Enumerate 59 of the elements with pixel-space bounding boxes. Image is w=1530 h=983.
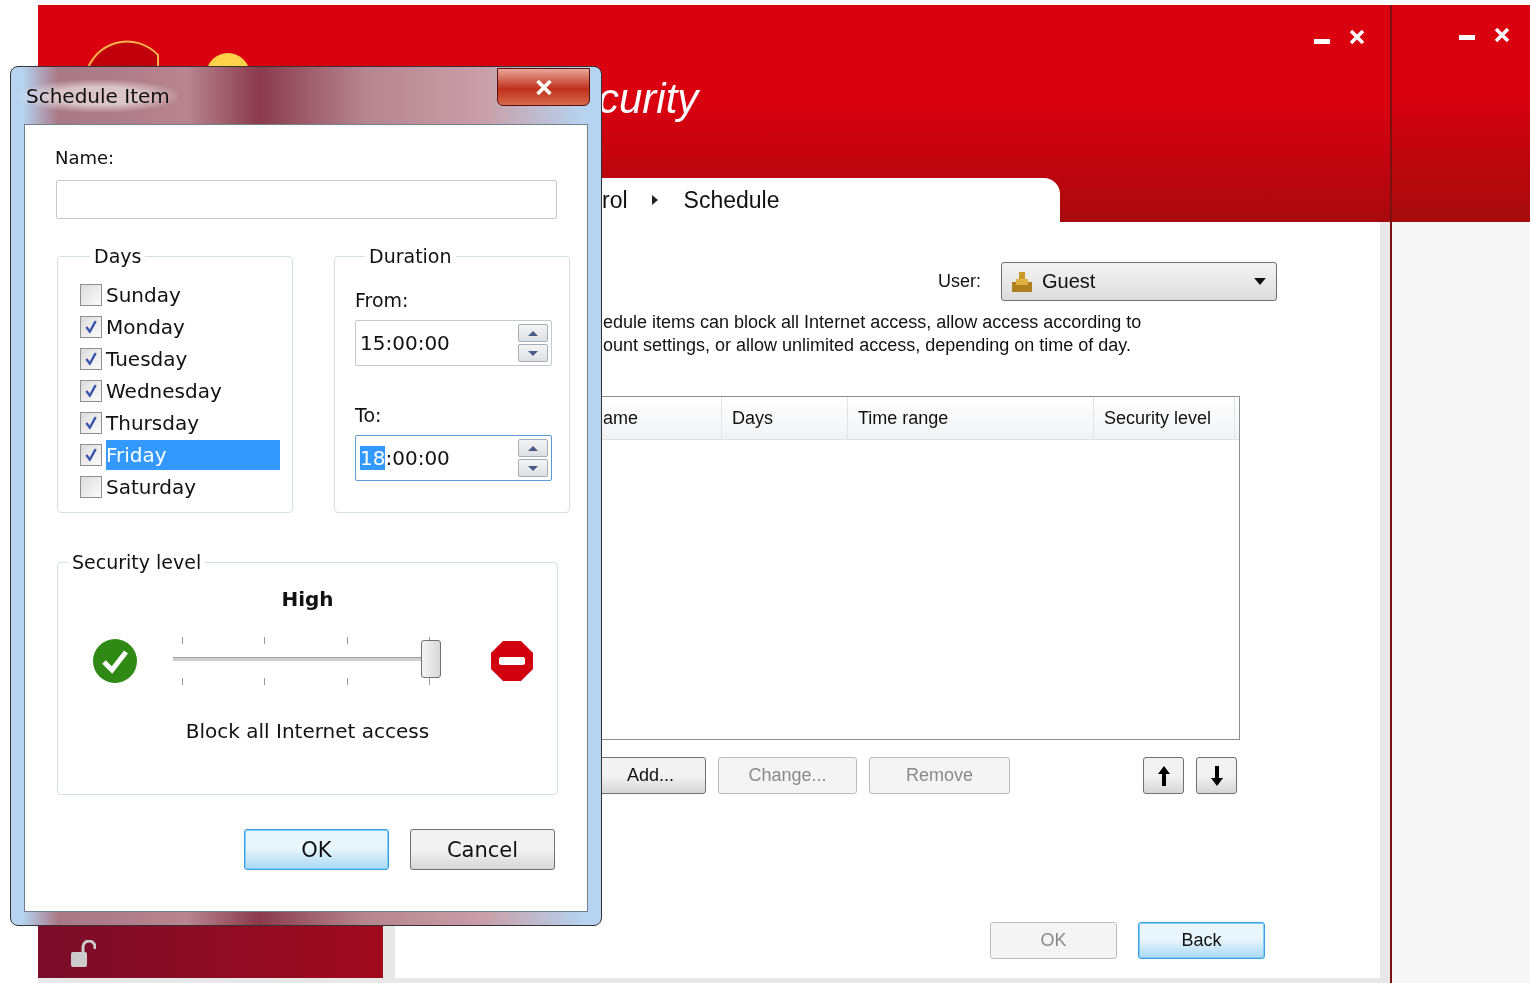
close-button[interactable] (497, 68, 590, 106)
breadcrumb-link[interactable]: Schedule (683, 186, 780, 214)
stop-icon (490, 640, 534, 682)
description-text: edule items can block all Internet access, allow access according to ount settings, or allow unlimited access, depending on time of day. (603, 311, 1143, 357)
checkbox[interactable] (80, 412, 102, 434)
checkbox[interactable] (80, 380, 102, 402)
group-title: Days (93, 245, 143, 267)
dialog-button[interactable]: Cancel (410, 829, 555, 870)
spinner-icon[interactable] (518, 324, 548, 362)
arrow-down-icon (1209, 764, 1224, 787)
day-label[interactable]: Thursday (106, 408, 209, 438)
checkbox[interactable] (80, 348, 102, 370)
checkbox[interactable] (80, 476, 102, 498)
move-up-button[interactable] (1143, 757, 1184, 794)
dialog-button[interactable]: OK (244, 829, 389, 870)
user-icon (1010, 269, 1034, 294)
user-label: User: (938, 271, 981, 292)
checkmark-icon (84, 320, 98, 334)
column-header[interactable]: Security level (1094, 397, 1235, 439)
level-description: Block all Internet access (185, 719, 430, 743)
move-down-button[interactable] (1196, 757, 1237, 794)
group-title: Security level (71, 551, 203, 573)
to-label: To: (355, 404, 383, 426)
spinner-icon[interactable] (518, 439, 548, 477)
checkmark-icon (84, 352, 98, 366)
day-label[interactable]: Saturday (106, 472, 207, 502)
name-input[interactable] (56, 180, 557, 219)
name-label: Name: (55, 147, 116, 168)
day-label[interactable]: Wednesday (106, 376, 232, 406)
column-header[interactable]: Days (722, 397, 848, 439)
time-field[interactable]: 15:00:00 (355, 320, 552, 366)
column-header[interactable]: Time range (848, 397, 1094, 439)
footer-button[interactable]: Back (1138, 922, 1265, 959)
checkmark-icon (84, 416, 98, 430)
app-title: curity (598, 75, 699, 123)
checkmark-icon (84, 384, 98, 398)
day-label[interactable]: Sunday (106, 280, 191, 310)
breadcrumb-link[interactable]: rol (602, 186, 628, 214)
group-title: Duration (368, 245, 453, 267)
caret-icon (1254, 278, 1266, 285)
chevron-icon (651, 195, 658, 205)
time-field[interactable]: 18:00:00 (355, 435, 552, 481)
slider-thumb[interactable] (421, 640, 441, 678)
from-label: From: (355, 289, 410, 311)
day-label[interactable]: Monday (106, 312, 195, 342)
close-icon[interactable] (1494, 27, 1510, 43)
level-name: High (281, 587, 334, 611)
checkbox[interactable] (80, 284, 102, 306)
day-label[interactable]: Tuesday (106, 344, 198, 374)
padlock-icon[interactable] (70, 940, 96, 968)
user-dropdown[interactable]: Guest (1001, 262, 1277, 301)
checkmark-icon (84, 448, 98, 462)
checkbox[interactable] (80, 316, 102, 338)
checkbox[interactable] (80, 444, 102, 466)
close-icon[interactable] (1349, 29, 1365, 45)
close-icon (534, 79, 553, 95)
arrow-up-icon (1156, 764, 1171, 787)
dialog-title: Schedule Item (18, 79, 178, 112)
checkmark-icon (92, 638, 138, 684)
